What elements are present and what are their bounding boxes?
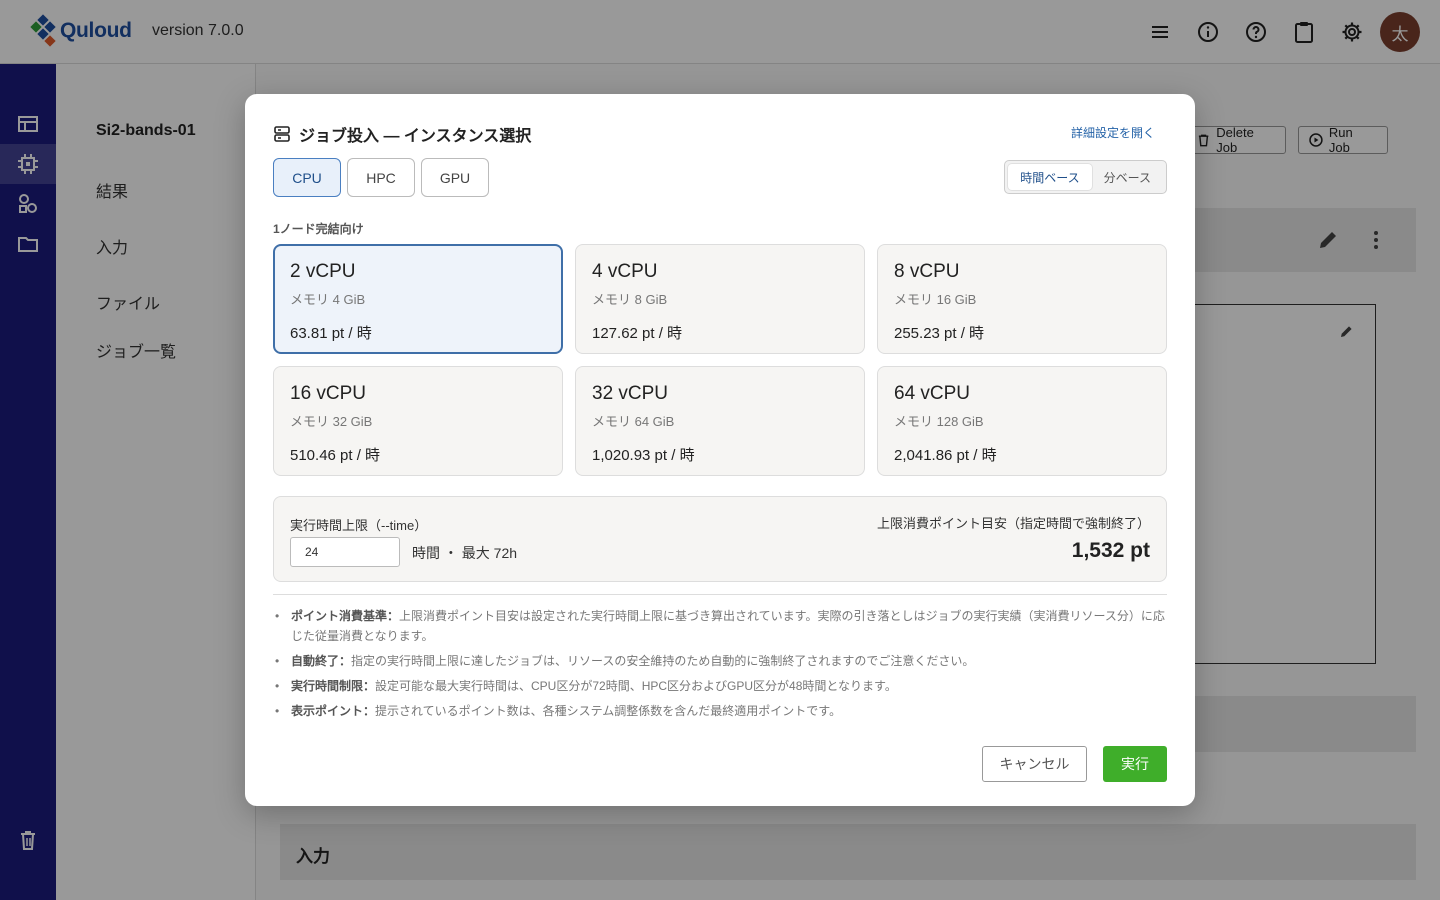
instance-card[interactable]: 64 vCPU メモリ 128 GiB 2,041.86 pt / 時 xyxy=(877,366,1167,476)
advanced-settings-link[interactable]: 詳細設定を開く xyxy=(1071,124,1155,141)
instance-card[interactable]: 4 vCPU メモリ 8 GiB 127.62 pt / 時 xyxy=(575,244,865,354)
list-item: 自動終了：指定の実行時間上限に達したジョブは、リソースの安全維持のため自動的に強… xyxy=(273,651,1169,671)
tab-cpu[interactable]: CPU xyxy=(273,158,341,197)
instance-memory: メモリ 64 GiB xyxy=(592,414,675,429)
note-title: 実行時間制限： xyxy=(291,679,376,693)
time-limit-panel: 実行時間上限（--time） 時間 ・ 最大 72h 上限消費ポイント目安（指定… xyxy=(273,496,1167,582)
instance-grid: 2 vCPU メモリ 4 GiB 63.81 pt / 時 4 vCPU メモリ… xyxy=(273,244,1167,476)
note-text: 設定可能な最大実行時間は、CPU区分が72時間、HPC区分およびGPU区分が48… xyxy=(375,679,897,693)
instance-memory: メモリ 4 GiB xyxy=(290,292,366,307)
instance-name: 32 vCPU xyxy=(592,383,669,404)
dialog-title-text: ジョブ投入 — インスタンス選択 xyxy=(299,128,532,145)
time-limit-unit: 時間 ・ 最大 72h xyxy=(412,545,518,561)
instance-name: 64 vCPU xyxy=(894,383,971,404)
instance-name: 8 vCPU xyxy=(894,261,960,282)
estimate-value: 1,532 pt xyxy=(1071,539,1150,562)
job-submit-dialog: ジョブ投入 — インスタンス選択 詳細設定を開く CPU HPC GPU 時間ベ… xyxy=(245,94,1195,806)
instance-price: 1,020.93 pt / 時 xyxy=(592,447,695,464)
instance-price: 255.23 pt / 時 xyxy=(894,325,985,342)
instance-type-tabs: CPU HPC GPU xyxy=(273,158,495,197)
instance-name: 4 vCPU xyxy=(592,261,658,282)
divider xyxy=(273,594,1167,595)
instance-card[interactable]: 16 vCPU メモリ 32 GiB 510.46 pt / 時 xyxy=(273,366,563,476)
billing-basis-toggle: 時間ベース 分ベース xyxy=(1004,160,1167,194)
note-text: 提示されているポイント数は、各種システム調整係数を含んだ最終適用ポイントです。 xyxy=(375,704,842,718)
instance-price: 63.81 pt / 時 xyxy=(290,325,372,342)
note-text: 上限消費ポイント目安は設定された実行時間上限に基づき算出されています。実際の引き… xyxy=(291,609,1165,643)
instance-card[interactable]: 32 vCPU メモリ 64 GiB 1,020.93 pt / 時 xyxy=(575,366,865,476)
list-item: 実行時間制限：設定可能な最大実行時間は、CPU区分が72時間、HPC区分およびG… xyxy=(273,676,1169,696)
instance-card[interactable]: 2 vCPU メモリ 4 GiB 63.81 pt / 時 xyxy=(273,244,563,354)
basis-hourly[interactable]: 時間ベース xyxy=(1008,164,1092,190)
dialog-title: ジョブ投入 — インスタンス選択 xyxy=(273,122,531,146)
basis-minute[interactable]: 分ベース xyxy=(1092,164,1163,190)
instance-price: 127.62 pt / 時 xyxy=(592,325,683,342)
list-item: 表示ポイント：提示されているポイント数は、各種システム調整係数を含んだ最終適用ポ… xyxy=(273,701,1169,721)
instance-memory: メモリ 128 GiB xyxy=(894,414,984,429)
instance-price: 510.46 pt / 時 xyxy=(290,447,381,464)
note-title: 表示ポイント： xyxy=(291,704,376,718)
tab-gpu[interactable]: GPU xyxy=(421,158,489,197)
run-button[interactable]: 実行 xyxy=(1103,746,1167,782)
note-text: 指定の実行時間上限に達したジョブは、リソースの安全維持のため自動的に強制終了され… xyxy=(351,654,975,668)
section-label: 1ノード完結向け xyxy=(273,222,364,236)
instance-memory: メモリ 8 GiB xyxy=(592,292,668,307)
instance-memory: メモリ 16 GiB xyxy=(894,292,977,307)
server-icon xyxy=(274,126,290,142)
instance-name: 16 vCPU xyxy=(290,383,367,404)
time-limit-input[interactable] xyxy=(290,537,400,567)
estimate-label: 上限消費ポイント目安（指定時間で強制終了） xyxy=(876,516,1150,531)
note-title: ポイント消費基準： xyxy=(291,609,400,623)
instance-price: 2,041.86 pt / 時 xyxy=(894,447,997,464)
time-limit-label: 実行時間上限（--time） xyxy=(290,518,428,533)
cancel-button[interactable]: キャンセル xyxy=(982,746,1087,782)
instance-name: 2 vCPU xyxy=(290,261,356,282)
notes-list: ポイント消費基準：上限消費ポイント目安は設定された実行時間上限に基づき算出されて… xyxy=(273,606,1169,726)
tab-hpc[interactable]: HPC xyxy=(347,158,415,197)
list-item: ポイント消費基準：上限消費ポイント目安は設定された実行時間上限に基づき算出されて… xyxy=(273,606,1169,646)
instance-memory: メモリ 32 GiB xyxy=(290,414,373,429)
instance-card[interactable]: 8 vCPU メモリ 16 GiB 255.23 pt / 時 xyxy=(877,244,1167,354)
note-title: 自動終了： xyxy=(291,654,352,668)
